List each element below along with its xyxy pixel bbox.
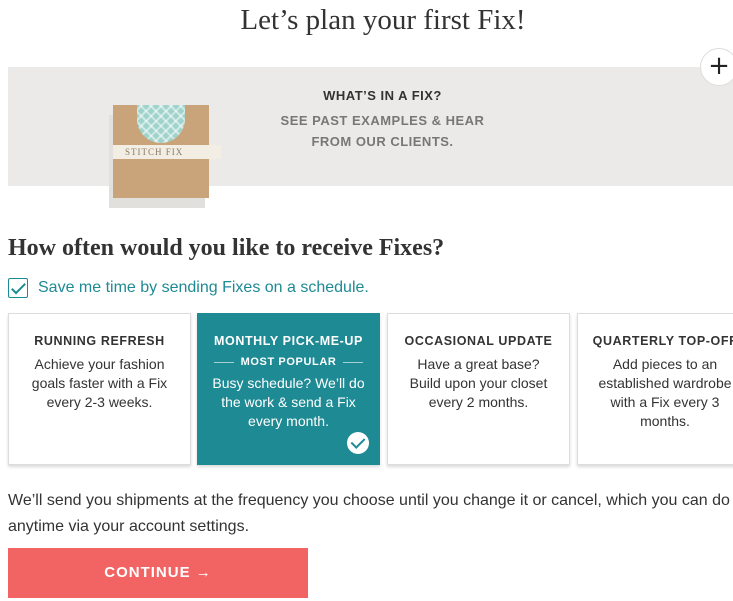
option-monthly-pick-me-up[interactable]: MONTHLY PICK-ME-UP MOST POPULAR Busy sch… — [197, 313, 380, 465]
box-band-tail — [209, 145, 221, 159]
option-title: RUNNING REFRESH — [34, 334, 165, 348]
box-label: STITCH FIX — [113, 145, 213, 159]
option-title: MONTHLY PICK-ME-UP — [213, 334, 363, 348]
selected-check-icon — [347, 432, 369, 454]
schedule-label[interactable]: Save me time by sending Fixes on a sched… — [38, 279, 369, 297]
promo-subtitle: SEE PAST EXAMPLES & HEAR FROM OUR CLIENT… — [250, 110, 515, 152]
shipment-info-text: We’ll send you shipments at the frequenc… — [8, 492, 730, 535]
schedule-option[interactable]: Save me time by sending Fixes on a sched… — [8, 277, 369, 299]
option-description: Busy schedule? We’ll do the work & send … — [212, 375, 365, 429]
option-running-refresh[interactable]: RUNNING REFRESH Achieve your fashion goa… — [8, 313, 191, 465]
promo-heading: WHAT’S IN A FIX? — [323, 88, 442, 103]
option-occasional-update[interactable]: OCCASIONAL UPDATE Have a great base? Bui… — [387, 313, 570, 465]
option-title: OCCASIONAL UPDATE — [404, 334, 553, 348]
continue-button[interactable]: CONTINUE → — [8, 548, 308, 598]
most-popular-badge: MOST POPULAR — [198, 356, 379, 368]
schedule-checkbox-icon[interactable] — [8, 278, 28, 298]
box-pattern-circle — [137, 105, 185, 143]
frequency-question: How often would you like to receive Fixe… — [8, 235, 445, 261]
stitch-fix-box-image: STITCH FIX — [113, 105, 221, 198]
page-title: Let’s plan your first Fix! — [240, 4, 526, 36]
option-description: Add pieces to an established wardrobe wi… — [598, 356, 732, 429]
option-title: QUARTERLY TOP-OFF — [592, 334, 733, 348]
promo-subtitle-line-2: FROM OUR CLIENTS. — [311, 134, 454, 149]
promo-subtitle-line-1: SEE PAST EXAMPLES & HEAR — [280, 113, 485, 128]
expand-plus-icon[interactable]: + — [700, 48, 733, 86]
option-quarterly-top-off[interactable]: QUARTERLY TOP-OFF Add pieces to an estab… — [577, 313, 733, 465]
option-description: Have a great base? Build upon your close… — [409, 356, 548, 410]
option-description: Achieve your fashion goals faster with a… — [31, 356, 168, 410]
